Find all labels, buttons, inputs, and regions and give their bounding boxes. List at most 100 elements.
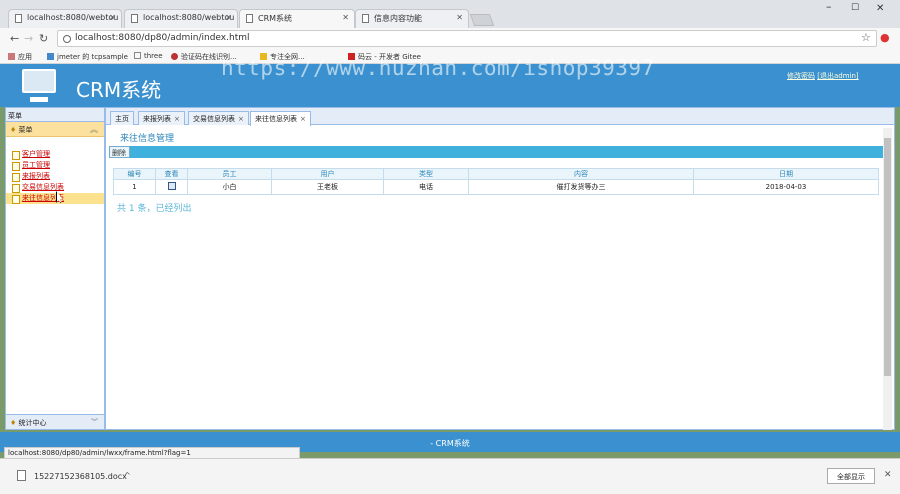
address-bar-row: ← → ↻ localhost:8080/dp80/admin/index.ht… (0, 28, 900, 49)
status-url: localhost:8080/dp80/admin/lwxx/frame.htm… (4, 447, 300, 459)
bulb-icon: ♦ (10, 419, 17, 427)
close-icon[interactable]: × (300, 115, 306, 123)
view-edit-icon[interactable] (155, 179, 188, 195)
sidebar-item-contacts[interactable]: 来往信息列表 (6, 193, 104, 204)
page-icon (131, 14, 138, 23)
browser-titlebar: localhost:8080/webtou ✕ localhost:8080/w… (0, 0, 900, 28)
url-input[interactable]: localhost:8080/dp80/admin/index.html (57, 30, 877, 47)
chevron-up-icon[interactable]: ^ (124, 471, 131, 480)
cell-type: 电话 (383, 179, 469, 195)
close-tab-icon[interactable]: ✕ (225, 13, 232, 22)
tab-home[interactable]: 主页 (110, 111, 134, 125)
record-summary: 共 1 条，已经列出 (117, 204, 192, 214)
extension-icon[interactable]: ● (880, 31, 890, 44)
back-arrow-icon[interactable]: ← (10, 32, 19, 45)
sidebar-title: 菜单 (6, 108, 104, 122)
column-header: 内容 (468, 168, 694, 180)
close-icon[interactable]: × (238, 115, 244, 123)
sidebar-item-transactions[interactable]: 交易信息列表 (6, 182, 104, 193)
column-header: 员工 (187, 168, 272, 180)
header-links: 修改密码 [退出admin] (787, 71, 859, 81)
sidebar-group-label: 统计中心 (18, 419, 47, 427)
tab-label: 来报列表 (143, 115, 171, 123)
app-title: CRM系统 (76, 78, 162, 102)
sidebar-item-reports[interactable]: 来报列表 (6, 171, 104, 182)
browser-tab-label: CRM系统 (258, 14, 293, 23)
cell-date: 2018-04-03 (693, 179, 879, 195)
sidebar: 菜单 ♦ 菜单 ︽ 客户管理 员工管理 来报列表 交易信息列表 来往信息列表 ♦… (5, 107, 105, 430)
info-icon[interactable] (63, 35, 71, 43)
forward-arrow-icon[interactable]: → (24, 32, 33, 45)
close-tab-icon[interactable]: ✕ (456, 13, 463, 22)
tab-label: 交易信息列表 (193, 115, 235, 123)
tab-label: 主页 (115, 115, 129, 123)
document-icon (17, 470, 26, 481)
table-row: 1 小白 王老板 电话 催打发货等办三 2018-04-03 (113, 179, 879, 195)
close-tab-icon[interactable]: ✕ (342, 13, 349, 22)
page-title: 来往信息管理 (120, 134, 175, 144)
browser-tab-label: 信息内容功能 (374, 14, 422, 23)
sidebar-item-customers[interactable]: 客户管理 (6, 149, 104, 160)
column-header: 日期 (693, 168, 879, 180)
close-icon[interactable]: × (174, 115, 180, 123)
bulb-icon: ♦ (10, 126, 17, 134)
cell-id: 1 (113, 179, 156, 195)
downloads-bar: 15227152368105.docx ^ 全部显示 ✕ (0, 458, 900, 494)
column-header: 编号 (113, 168, 156, 180)
delete-button[interactable]: 删除 (109, 146, 130, 158)
cell-content: 催打发货等办三 (468, 179, 694, 195)
cell-employee: 小白 (187, 179, 272, 195)
column-header: 查看 (155, 168, 188, 180)
chevron-up-icon[interactable]: ︽ (90, 124, 98, 135)
bookmark-three[interactable]: three (134, 52, 163, 60)
page-icon (134, 52, 141, 59)
sidebar-group-stats[interactable]: ♦ 统计中心 ︾ (6, 414, 104, 429)
show-all-button[interactable]: 全部显示 (827, 468, 875, 484)
download-item[interactable]: 15227152368105.docx (17, 470, 127, 481)
scrollbar-thumb[interactable] (884, 138, 891, 376)
maximize-button[interactable]: ☐ (851, 3, 859, 13)
browser-tab-label: localhost:8080/webtou (143, 13, 235, 22)
page-icon (15, 14, 22, 23)
toolbar: 删除 (109, 146, 885, 158)
page-tabs: 主页 来报列表 × 交易信息列表 × 来往信息列表 × (106, 108, 894, 126)
cell-user: 王老板 (271, 179, 384, 195)
page-icon (246, 14, 253, 23)
close-icon[interactable]: ✕ (884, 470, 892, 480)
sidebar-group-label: 菜单 (18, 126, 33, 134)
browser-tab-2[interactable]: localhost:8080/webtou ✕ (124, 9, 238, 28)
bookmark-jmeter[interactable]: jmeter 的 tcpsample (47, 52, 128, 62)
minimize-button[interactable]: – (826, 0, 832, 13)
bookmark-icon (47, 53, 54, 60)
browser-tab-label: localhost:8080/webtou (27, 13, 119, 22)
chevron-down-icon[interactable]: ︾ (91, 417, 98, 427)
column-header: 用户 (271, 168, 384, 180)
tab-reports[interactable]: 来报列表 × (138, 111, 185, 125)
bookmark-icon (171, 53, 178, 60)
page-icon (362, 14, 369, 23)
new-tab-button[interactable] (469, 14, 495, 26)
download-filename: 15227152368105.docx (34, 472, 127, 481)
sidebar-item-employees[interactable]: 员工管理 (6, 160, 104, 171)
tab-contacts[interactable]: 来往信息列表 × (250, 111, 311, 126)
table-header-row: 编号 查看 员工 用户 类型 内容 日期 (113, 168, 879, 180)
tab-transactions[interactable]: 交易信息列表 × (188, 111, 249, 125)
vertical-scrollbar[interactable] (883, 128, 892, 430)
close-tab-icon[interactable]: ✕ (109, 13, 116, 22)
logout-link[interactable]: [退出admin] (817, 72, 858, 80)
bookmark-apps[interactable]: 应用 (8, 52, 32, 62)
watermark: https://www.huzhan.com/ishop39397 (221, 56, 655, 80)
change-password-link[interactable]: 修改密码 (787, 72, 815, 80)
close-window-button[interactable]: ✕ (876, 3, 884, 14)
browser-tab-4[interactable]: 信息内容功能 ✕ (355, 9, 469, 28)
apps-grid-icon (8, 53, 15, 60)
tab-label: 来往信息列表 (255, 115, 297, 123)
bookmark-label: three (144, 52, 163, 60)
url-text: localhost:8080/dp80/admin/index.html (75, 33, 250, 43)
main-panel: 主页 来报列表 × 交易信息列表 × 来往信息列表 × 来往信息管理 删除 编号 查看… (105, 107, 895, 430)
star-icon[interactable]: ☆ (861, 31, 871, 44)
reload-icon[interactable]: ↻ (39, 32, 48, 45)
browser-tab-3[interactable]: CRM系统 ✕ (239, 9, 355, 28)
sidebar-group-menu[interactable]: ♦ 菜单 ︽ (6, 122, 104, 137)
browser-tab-1[interactable]: localhost:8080/webtou ✕ (8, 9, 122, 28)
